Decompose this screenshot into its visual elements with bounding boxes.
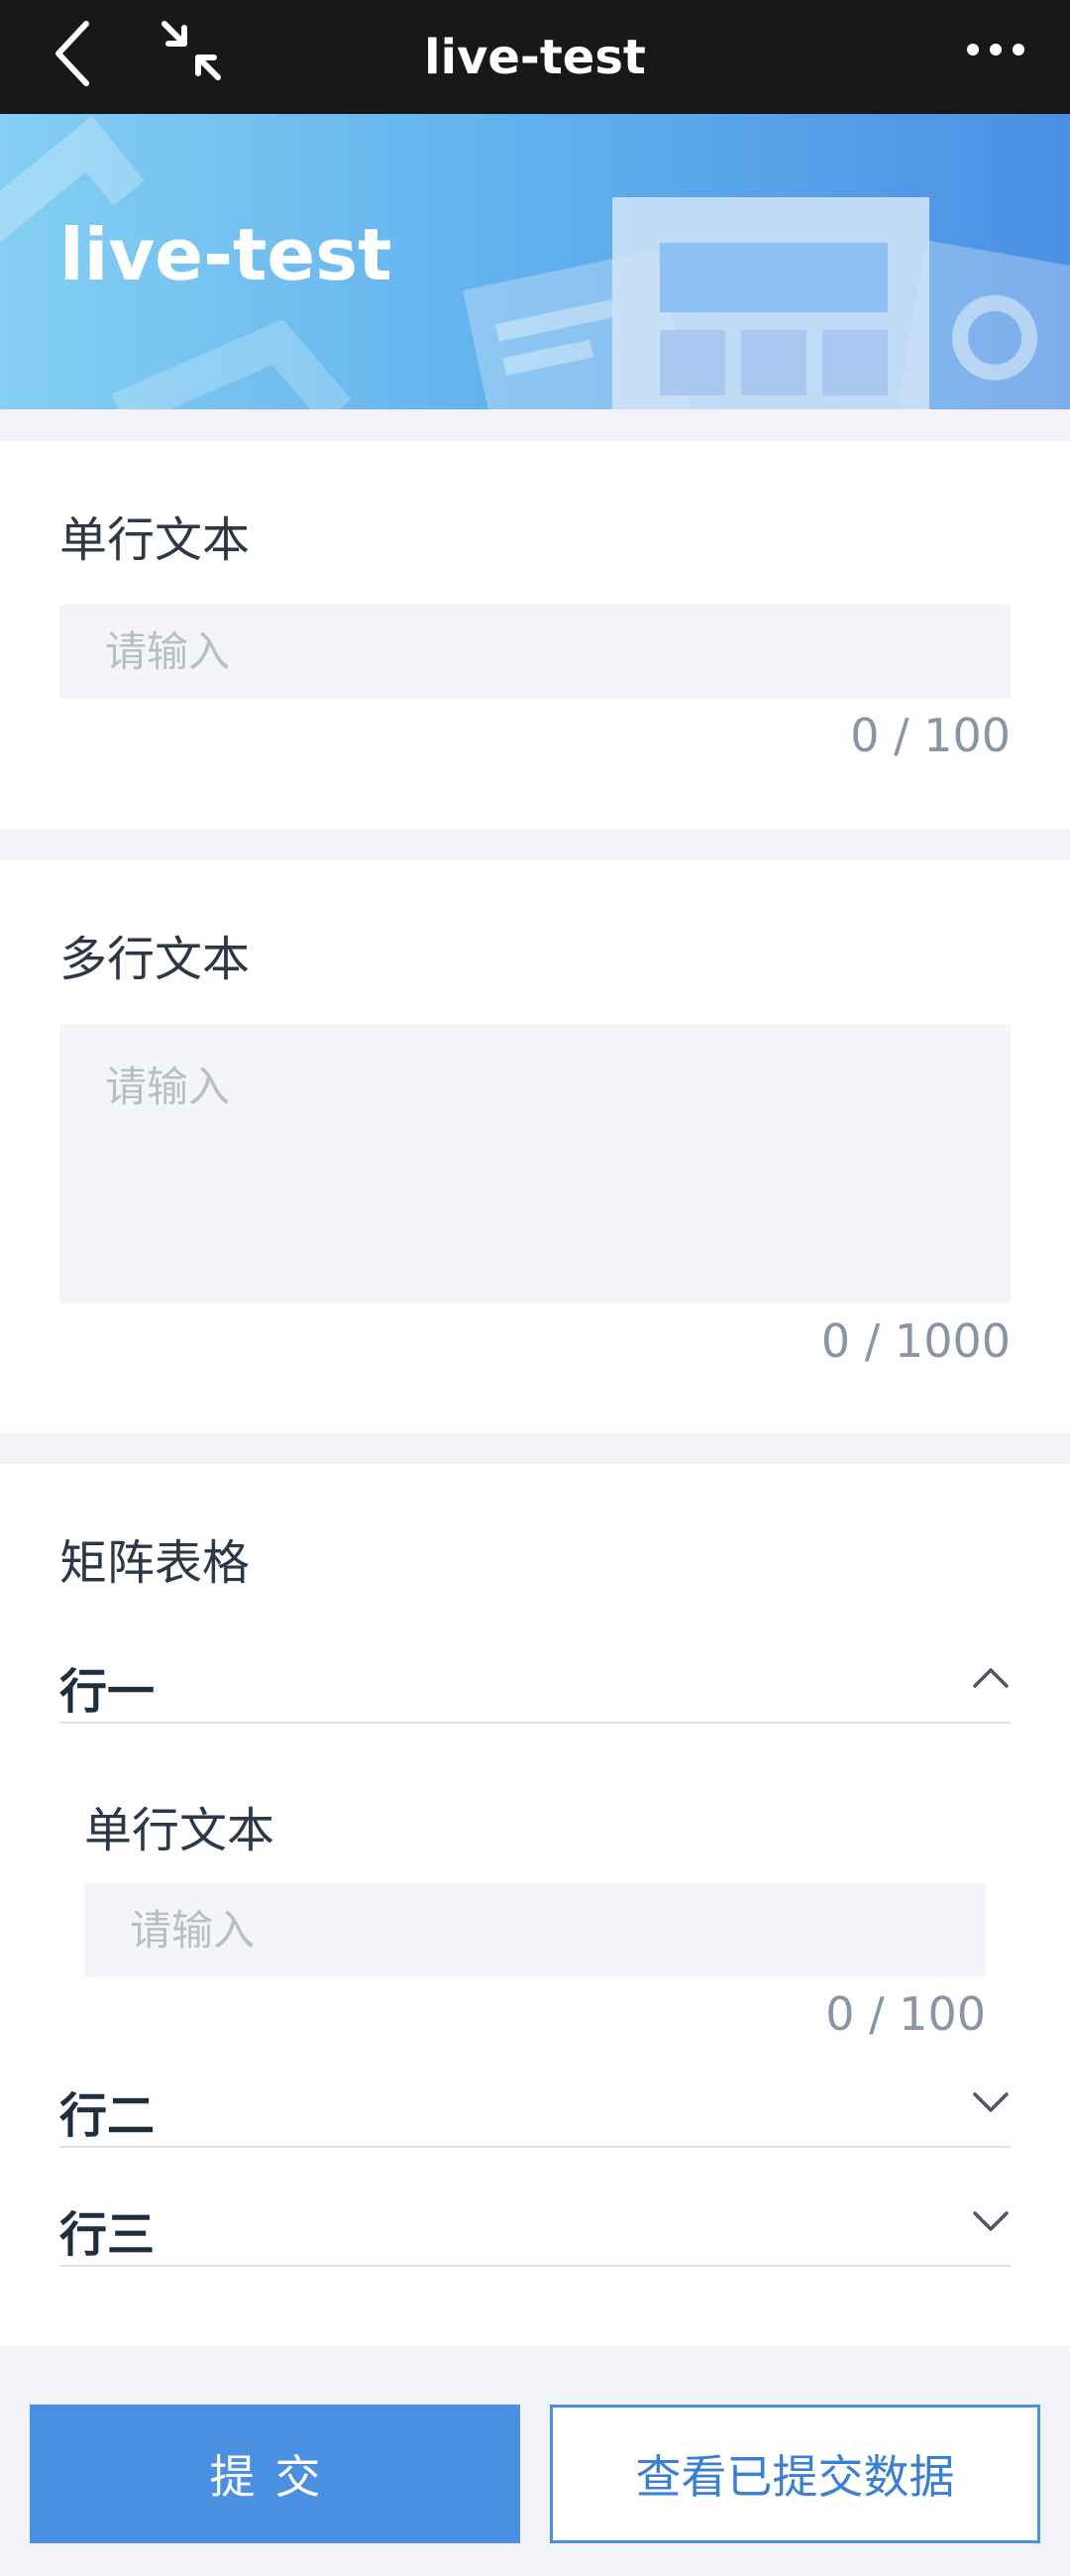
multi-text-label: 多行文本 [59,932,251,987]
back-button[interactable] [45,18,104,87]
submit-button[interactable]: 提交 [30,2405,520,2543]
single-text-counter: 0 / 100 [850,709,1011,762]
top-bar: live-test [0,0,1070,114]
multi-text-card: 多行文本 0 / 1000 [0,860,1070,1433]
matrix-row-1-sub-counter: 0 / 100 [825,1987,986,2041]
form-banner: live-test [0,114,1070,409]
chevron-down-icon [973,2092,1009,2112]
matrix-row-1-header[interactable]: 行一 [59,1634,1011,1724]
single-text-label: 单行文本 [59,512,251,568]
chevron-up-icon [973,1668,1009,1688]
page-title: live-test [424,29,646,85]
view-submitted-button[interactable]: 查看已提交数据 [550,2405,1040,2543]
matrix-row-2-header[interactable]: 行二 [59,2059,1011,2148]
matrix-row-3-header[interactable]: 行三 [59,2178,1011,2267]
multi-text-counter: 0 / 1000 [820,1314,1011,1368]
matrix-row-1-sub-input[interactable] [84,1883,986,1977]
matrix-card: 矩阵表格 行一 单行文本 0 / 100 行二 行三 [0,1464,1070,2346]
minimize-button[interactable] [159,20,224,81]
collapse-arrows-icon [161,21,221,80]
single-text-input[interactable] [59,605,1011,699]
matrix-row-1-sub-label: 单行文本 [84,1803,275,1858]
chevron-left-icon [55,21,89,86]
matrix-row-3-label: 行三 [59,2207,156,2263]
more-button[interactable] [961,22,1030,77]
matrix-row-2-label: 行二 [59,2088,156,2144]
matrix-row-1-label: 行一 [59,1664,156,1720]
multi-text-input[interactable] [59,1024,1011,1303]
chevron-down-icon [973,2211,1009,2231]
single-text-card: 单行文本 0 / 100 [0,441,1070,830]
banner-title: live-test [59,213,392,296]
matrix-label: 矩阵表格 [59,1535,251,1591]
more-dots-icon [967,44,1024,56]
